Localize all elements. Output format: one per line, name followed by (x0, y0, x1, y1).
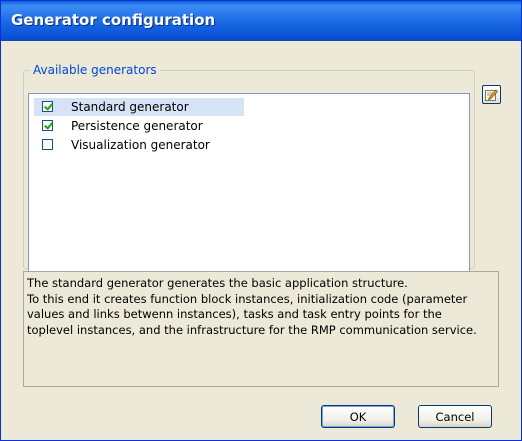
window-title: Generator configuration (11, 11, 216, 29)
edit-icon (485, 89, 498, 101)
generators-list[interactable]: Standard generator Persistence generator… (28, 93, 470, 277)
generator-item-visualization[interactable]: Visualization generator (34, 136, 244, 154)
generator-item-label: Persistence generator (71, 119, 203, 133)
description-line: values and links betwenn instances), tas… (27, 307, 442, 321)
description-line: To this end it creates function block in… (27, 291, 468, 306)
description-line: toplevel instances, and the infrastructu… (27, 322, 477, 337)
generator-configuration-dialog: Generator configuration Available genera… (0, 0, 522, 441)
available-generators-group: Available generators Standard generator … (23, 63, 475, 277)
title-bar: Generator configuration (1, 1, 521, 41)
standard-generator-checkbox[interactable] (42, 101, 53, 112)
available-generators-legend: Available generators (33, 63, 157, 77)
cancel-button[interactable]: Cancel (418, 405, 492, 428)
generator-item-standard[interactable]: Standard generator (34, 98, 244, 116)
generator-description: The standard generator generates the bas… (23, 271, 499, 387)
description-line: The standard generator generates the bas… (27, 276, 408, 290)
persistence-generator-checkbox[interactable] (42, 120, 53, 131)
generator-item-label: Standard generator (71, 100, 189, 114)
generator-item-persistence[interactable]: Persistence generator (34, 117, 244, 135)
edit-generator-button[interactable] (482, 85, 501, 104)
ok-button[interactable]: OK (321, 405, 395, 428)
generator-item-label: Visualization generator (71, 138, 210, 152)
visualization-generator-checkbox[interactable] (42, 139, 53, 150)
